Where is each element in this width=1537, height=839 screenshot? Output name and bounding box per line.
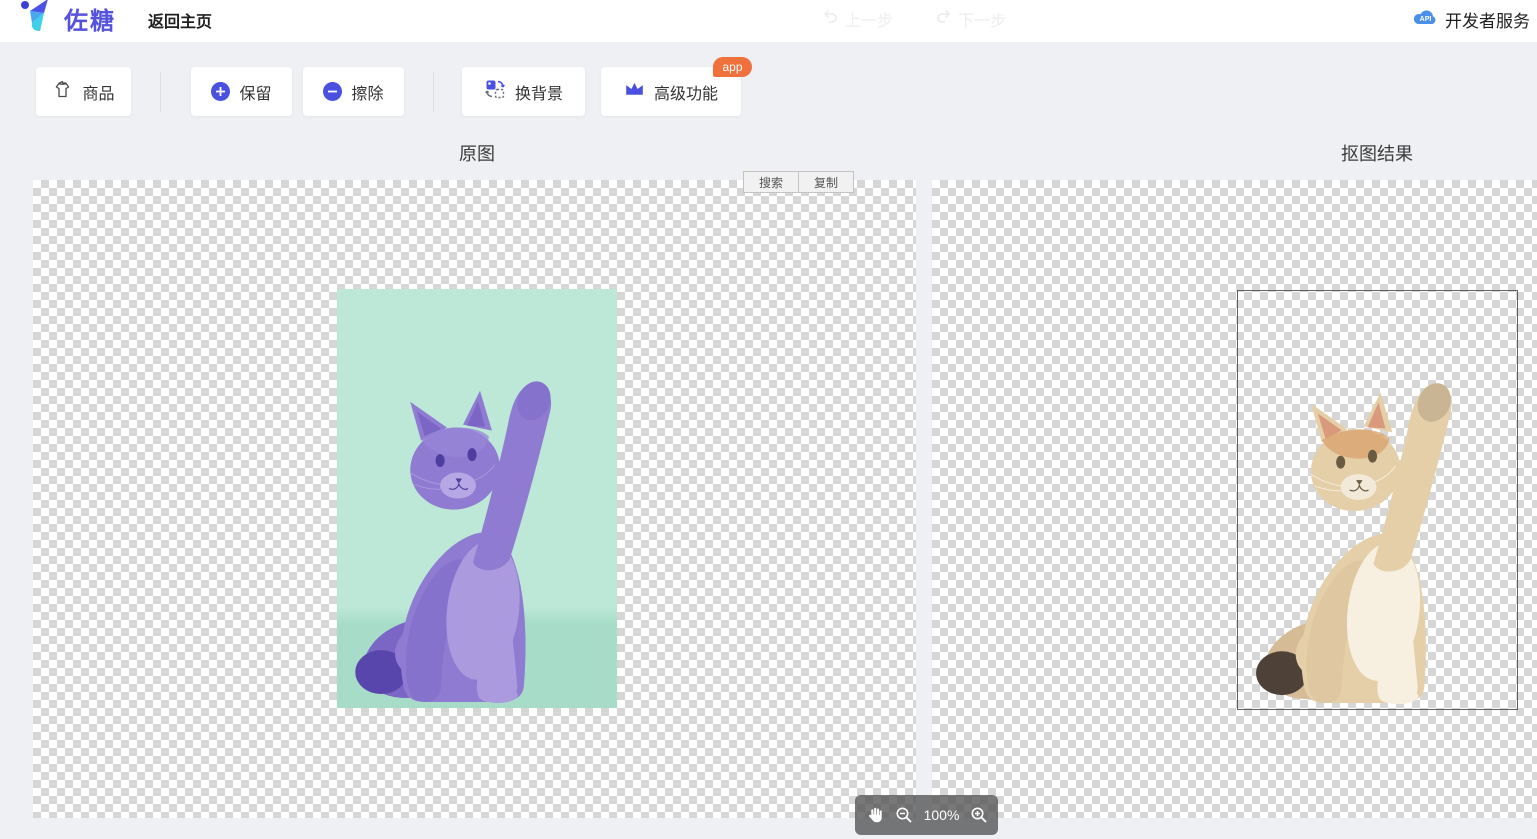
result-title: 抠图结果 bbox=[1341, 140, 1413, 166]
keep-button[interactable]: 保留 bbox=[191, 67, 292, 116]
toolbar-divider bbox=[160, 72, 161, 112]
logo-text: 佐糖 bbox=[64, 1, 116, 36]
logo-icon bbox=[18, 0, 54, 40]
back-home-link[interactable]: 返回主页 bbox=[148, 8, 212, 32]
redo-label: 下一步 bbox=[958, 7, 1006, 31]
product-label: 商品 bbox=[82, 80, 114, 104]
minus-circle-icon bbox=[323, 82, 342, 101]
zoom-controls: 100% bbox=[855, 795, 998, 835]
search-button[interactable]: 搜索 bbox=[743, 171, 799, 193]
keep-label: 保留 bbox=[239, 80, 271, 104]
logo[interactable]: 佐糖 bbox=[18, 0, 116, 40]
developer-service-link[interactable]: API 开发者服务 bbox=[1412, 7, 1530, 32]
developer-service-label: 开发者服务 bbox=[1445, 7, 1530, 32]
api-cloud-icon: API bbox=[1412, 7, 1439, 32]
top-bar: 佐糖 返回主页 上一步 下一步 API 开发者服务 bbox=[0, 0, 1537, 42]
tshirt-icon bbox=[52, 79, 73, 105]
advanced-features-label: 高级功能 bbox=[654, 80, 718, 104]
plus-circle-icon bbox=[211, 82, 230, 101]
swap-background-icon bbox=[484, 78, 506, 105]
erase-label: 擦除 bbox=[351, 80, 383, 104]
change-background-button[interactable]: 换背景 bbox=[462, 67, 585, 116]
redo-icon bbox=[935, 8, 952, 30]
pan-hand-icon[interactable] bbox=[865, 806, 884, 825]
product-button[interactable]: 商品 bbox=[36, 67, 131, 116]
erase-button[interactable]: 擦除 bbox=[303, 67, 404, 116]
crown-icon bbox=[624, 80, 645, 103]
toolbar-divider bbox=[433, 72, 434, 112]
undo-label: 上一步 bbox=[845, 7, 893, 31]
zoom-in-icon[interactable] bbox=[970, 806, 988, 824]
app-badge: app bbox=[713, 57, 752, 77]
masked-cat-image bbox=[337, 289, 617, 708]
change-background-label: 换背景 bbox=[515, 80, 563, 104]
svg-text:API: API bbox=[1420, 16, 1432, 23]
original-image-title: 原图 bbox=[459, 140, 495, 166]
cutout-cat-image bbox=[1238, 291, 1517, 709]
zoom-level: 100% bbox=[924, 807, 960, 823]
undo-button[interactable]: 上一步 bbox=[822, 7, 893, 31]
undo-icon bbox=[822, 8, 839, 30]
cutout-result-frame[interactable] bbox=[1237, 290, 1518, 710]
original-image[interactable] bbox=[337, 289, 617, 708]
copy-button[interactable]: 复制 bbox=[798, 171, 854, 193]
zoom-out-icon[interactable] bbox=[895, 806, 913, 824]
redo-button[interactable]: 下一步 bbox=[935, 7, 1006, 31]
toolbar: 商品 保留 擦除 换背景 bbox=[0, 42, 1537, 137]
image-tools: 搜索 复制 bbox=[743, 171, 854, 193]
